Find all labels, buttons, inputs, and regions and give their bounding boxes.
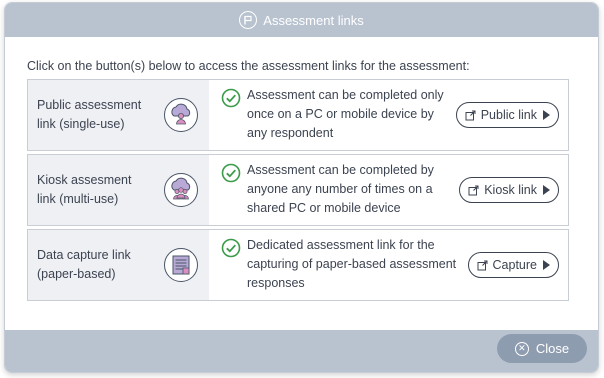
row-right-panel: Assessment can be completed only once on…: [209, 80, 568, 150]
row-right-panel: Assessment can be completed by anyone an…: [209, 155, 568, 225]
row-right-panel: Dedicated assessment link for the captur…: [209, 230, 568, 300]
external-link-icon: [468, 185, 479, 195]
play-arrow-icon: [543, 185, 550, 195]
close-button[interactable]: ✕ Close: [497, 334, 587, 363]
capture-button[interactable]: Capture: [467, 252, 559, 278]
row-label: Data capture link (paper-based): [37, 248, 131, 281]
play-arrow-icon: [543, 260, 550, 270]
external-link-icon: [465, 110, 476, 120]
public-link-button[interactable]: Public link: [455, 102, 559, 128]
single-user-cloud-icon: [164, 98, 198, 132]
multi-user-cloud-icon: [164, 173, 198, 207]
check-circle-icon: [221, 163, 241, 183]
kiosk-link-row: Kiosk assesment link (multi-use) Assessm…: [27, 154, 569, 226]
row-left-panel: Public assessment link (single-use): [28, 80, 209, 150]
paper-form-icon: [164, 248, 198, 282]
check-circle-icon: [221, 238, 241, 258]
button-label: Public link: [480, 108, 537, 122]
capture-link-row: Data capture link (paper-based) Dedicate…: [27, 229, 569, 301]
row-description: Assessment can be completed only once on…: [247, 88, 444, 140]
intro-text: Click on the button(s) below to access t…: [27, 59, 470, 73]
close-label: Close: [535, 341, 570, 356]
row-label: Kiosk assesment link (multi-use): [37, 173, 132, 206]
kiosk-link-button[interactable]: Kiosk link: [459, 177, 559, 203]
check-circle-icon: [221, 88, 241, 108]
public-link-row: Public assessment link (single-use) Asse…: [27, 79, 569, 151]
assessment-links-dialog: Assessment links Click on the button(s) …: [4, 2, 599, 373]
dialog-title: Assessment links: [263, 12, 364, 28]
flag-icon: [239, 11, 258, 29]
external-link-icon: [477, 260, 488, 270]
row-left-panel: Data capture link (paper-based): [28, 230, 209, 300]
button-label: Kiosk link: [484, 183, 537, 197]
button-label: Capture: [492, 258, 537, 272]
close-icon: ✕: [514, 341, 529, 356]
dialog-footer: ✕ Close: [5, 330, 598, 372]
play-arrow-icon: [543, 110, 550, 120]
link-rows: Public assessment link (single-use) Asse…: [27, 79, 569, 304]
row-left-panel: Kiosk assesment link (multi-use): [28, 155, 209, 225]
row-label: Public assessment link (single-use): [37, 98, 142, 131]
row-description: Assessment can be completed by anyone an…: [247, 163, 434, 215]
row-description: Dedicated assessment link for the captur…: [247, 238, 457, 290]
dialog-titlebar: Assessment links: [5, 3, 598, 37]
